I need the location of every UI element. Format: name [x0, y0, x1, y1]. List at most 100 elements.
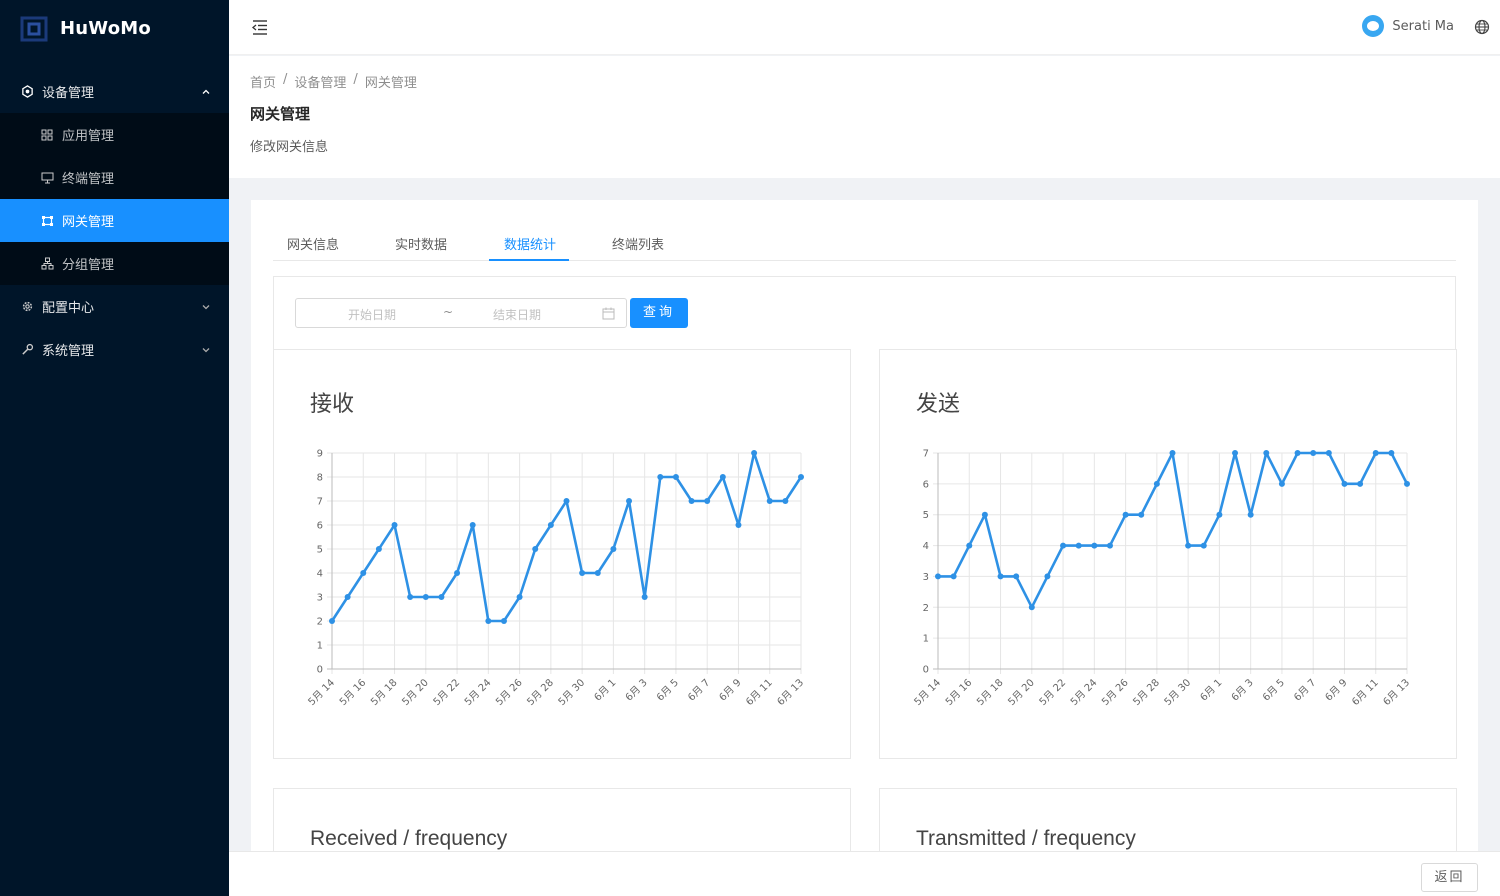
tab-realtime-data[interactable]: 实时数据: [395, 234, 447, 253]
data-point: [391, 522, 398, 528]
data-point: [782, 498, 789, 504]
y-tick-label: 2: [317, 617, 323, 628]
y-tick-label: 1: [317, 641, 323, 652]
y-tick-label: 4: [317, 569, 323, 580]
breadcrumb-home[interactable]: 首页: [250, 72, 276, 91]
sidebar-group-system[interactable]: 系统管理: [0, 328, 229, 371]
data-point: [1106, 542, 1113, 549]
data-point: [672, 474, 679, 480]
data-point: [766, 498, 773, 504]
page-description: 修改网关信息: [250, 140, 329, 155]
data-point: [1357, 480, 1364, 487]
back-button[interactable]: 返回: [1421, 863, 1478, 892]
sidebar-group-device[interactable]: 设备管理: [0, 70, 229, 113]
data-point: [360, 570, 367, 576]
data-point: [579, 570, 586, 576]
query-button[interactable]: 查询: [630, 298, 688, 328]
sidebar-item-app[interactable]: 应用管理: [0, 113, 229, 156]
logo[interactable]: HuWoMo: [0, 0, 229, 56]
data-point: [1404, 480, 1410, 487]
x-tick-label: 5月 30: [1162, 677, 1193, 708]
card-title: Transmitted / frequency: [916, 827, 1136, 850]
sidebar: HuWoMo 设备管理 应用管理 终端管理 网关管理 分组管理 配置中心 系统管…: [0, 0, 229, 896]
breadcrumb-device[interactable]: 设备管理: [294, 72, 346, 91]
breadcrumb: 首页 / 设备管理 / 网关管理: [250, 72, 1479, 91]
user-menu[interactable]: Serati Ma: [1362, 15, 1454, 37]
end-date-input[interactable]: 结束日期: [493, 306, 541, 323]
tab-statistics[interactable]: 数据统计: [504, 234, 556, 253]
tab-gateway-info[interactable]: 网关信息: [287, 234, 339, 253]
data-point: [1200, 542, 1207, 549]
x-tick-label: 5月 22: [431, 677, 462, 708]
x-tick-label: 6月 7: [1292, 677, 1319, 704]
page-title: 网关管理: [250, 105, 311, 123]
content-card: 网关信息 实时数据 数据统计 终端列表 开始日期 ~ 结束日期 查询 接收 01…: [251, 200, 1478, 896]
data-point: [594, 570, 601, 576]
tab-terminal-list[interactable]: 终端列表: [612, 234, 664, 253]
tab-bar: 网关信息 实时数据 数据统计 终端列表: [273, 226, 1456, 261]
data-point: [1216, 511, 1223, 518]
sidebar-item-terminal[interactable]: 终端管理: [0, 156, 229, 199]
series-line: [938, 451, 1409, 609]
sidebar-item-gateway[interactable]: 网关管理: [0, 199, 229, 242]
sidebar-menu: 设备管理 应用管理 终端管理 网关管理 分组管理 配置中心 系统管理: [0, 70, 229, 371]
data-point: [1278, 480, 1285, 487]
data-point: [981, 511, 988, 518]
x-tick-label: 6月 11: [1350, 677, 1381, 708]
y-tick-label: 3: [923, 572, 929, 583]
menu-fold-icon[interactable]: [251, 18, 269, 36]
monitor-icon: [40, 171, 54, 185]
y-tick-label: 4: [923, 541, 929, 552]
x-tick-label: 5月 14: [912, 677, 943, 708]
data-point: [500, 618, 507, 624]
y-tick-label: 0: [317, 665, 323, 676]
chevron-down-icon: [201, 345, 211, 355]
data-point: [1263, 450, 1270, 456]
gear-icon: [20, 300, 34, 314]
y-tick-label: 7: [923, 449, 929, 460]
app-name: HuWoMo: [60, 17, 151, 39]
x-tick-label: 5月 24: [1068, 677, 1099, 708]
data-point: [547, 522, 554, 528]
x-tick-label: 5月 24: [462, 677, 493, 708]
sidebar-group-label: 配置中心: [42, 301, 95, 316]
wrench-icon: [20, 343, 34, 357]
x-tick-label: 6月 13: [775, 677, 806, 708]
data-point: [966, 542, 973, 549]
y-tick-label: 2: [923, 603, 929, 614]
globe-icon[interactable]: [1474, 19, 1490, 35]
sidebar-item-group[interactable]: 分组管理: [0, 242, 229, 285]
y-tick-label: 3: [317, 593, 323, 604]
x-tick-label: 5月 28: [525, 677, 556, 708]
data-point: [485, 618, 492, 624]
x-tick-label: 5月 20: [1006, 677, 1037, 708]
footer-bar: 返回: [229, 851, 1500, 896]
date-range-picker[interactable]: 开始日期 ~ 结束日期: [295, 298, 627, 328]
x-tick-label: 6月 13: [1381, 677, 1412, 708]
x-tick-label: 6月 1: [592, 677, 619, 704]
data-point: [422, 594, 429, 600]
breadcrumb-separator: /: [353, 72, 358, 87]
data-point: [1013, 573, 1020, 580]
sidebar-group-label: 系统管理: [42, 344, 95, 359]
start-date-input[interactable]: 开始日期: [348, 306, 396, 323]
data-point: [1138, 511, 1145, 518]
data-point: [1310, 450, 1317, 456]
sidebar-item-label: 终端管理: [62, 172, 115, 187]
device-icon: [20, 85, 34, 99]
y-tick-label: 8: [317, 473, 323, 484]
data-point: [563, 498, 570, 504]
y-tick-label: 6: [317, 521, 323, 532]
sidebar-group-config[interactable]: 配置中心: [0, 285, 229, 328]
data-point: [1325, 450, 1332, 456]
data-point: [997, 573, 1004, 580]
x-tick-label: 6月 5: [1260, 677, 1287, 704]
cluster-icon: [40, 257, 54, 271]
x-tick-label: 5月 26: [1099, 677, 1130, 708]
transmitted-line-chart: 012345675月 14 5月 16 5月 18 5月 20 5月 22 5月 24 5月…: [912, 449, 1412, 708]
data-point: [1372, 450, 1379, 456]
data-point: [751, 450, 758, 456]
data-point: [329, 618, 335, 624]
sidebar-item-label: 网关管理: [62, 215, 115, 230]
data-point: [688, 498, 695, 504]
